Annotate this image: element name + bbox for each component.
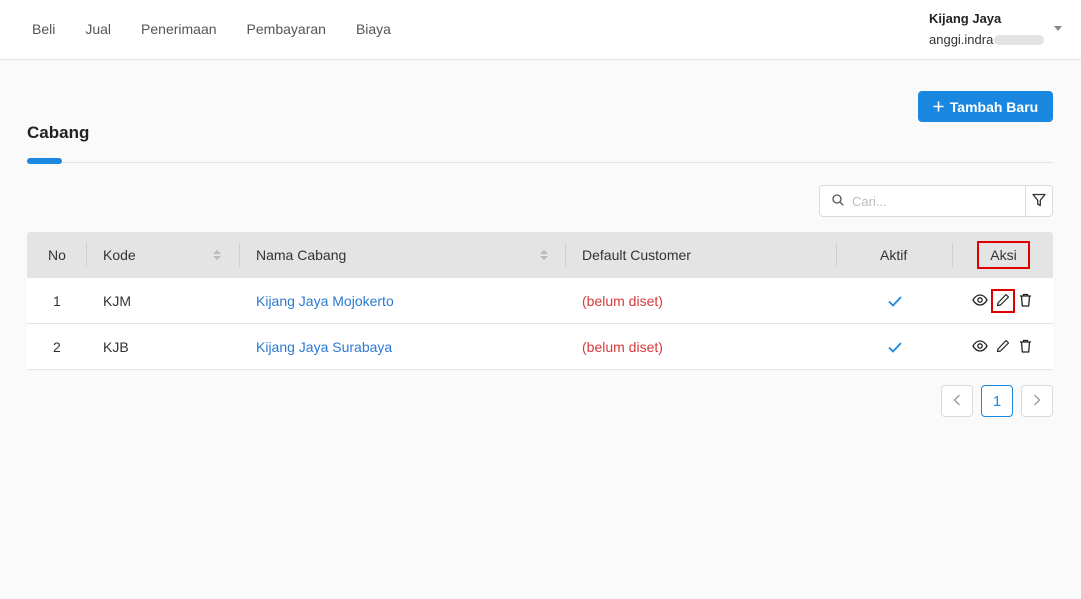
search-box <box>819 185 1026 217</box>
next-page-button[interactable] <box>1021 385 1053 417</box>
header-separator <box>836 243 837 267</box>
trash-icon <box>1019 293 1032 310</box>
top-bar: Beli Jual Penerimaan Pembayaran Biaya Ki… <box>0 0 1081 60</box>
user-company: Kijang Jaya <box>929 11 1002 26</box>
nav-item-jual[interactable]: Jual <box>85 20 111 38</box>
header-kode[interactable]: Kode <box>103 232 136 278</box>
check-icon <box>888 294 902 310</box>
main-nav: Beli Jual Penerimaan Pembayaran Biaya <box>32 20 391 38</box>
add-new-button[interactable]: Tambah Baru <box>918 91 1053 122</box>
nav-item-beli[interactable]: Beli <box>32 20 55 38</box>
table-row: 1 KJM Kijang Jaya Mojokerto (belum diset… <box>27 278 1053 324</box>
table-header: No Kode Nama Cabang Default Customer Akt… <box>27 232 1053 278</box>
user-email: anggi.indra <box>929 32 994 47</box>
view-button[interactable] <box>971 338 989 356</box>
pencil-icon <box>996 339 1010 356</box>
cell-kode: KJM <box>103 293 131 309</box>
cell-default-customer: (belum diset) <box>582 293 663 309</box>
user-menu[interactable]: Kijang Jaya anggi.indra <box>929 10 1045 49</box>
cell-nama-cabang-link[interactable]: Kijang Jaya Surabaya <box>256 324 392 370</box>
branch-table: No Kode Nama Cabang Default Customer Akt… <box>27 232 1053 370</box>
filter-button[interactable] <box>1025 185 1053 217</box>
prev-page-button[interactable] <box>941 385 973 417</box>
cell-nama-cabang-link[interactable]: Kijang Jaya Mojokerto <box>256 278 394 324</box>
title-accent-bar <box>27 158 62 164</box>
sort-nama-icon[interactable] <box>540 250 548 260</box>
check-icon <box>888 340 902 356</box>
page-title: Cabang <box>27 123 90 142</box>
sort-kode-icon[interactable] <box>213 250 221 260</box>
edit-button[interactable] <box>991 289 1015 313</box>
title-divider <box>27 162 1053 163</box>
eye-icon <box>972 339 988 355</box>
table-row: 2 KJB Kijang Jaya Surabaya (belum diset) <box>27 324 1053 370</box>
plus-icon <box>933 101 944 112</box>
nav-item-penerimaan[interactable]: Penerimaan <box>141 20 217 38</box>
header-separator <box>239 243 240 267</box>
header-separator <box>952 243 953 267</box>
cell-no: 1 <box>53 293 61 309</box>
filter-icon <box>1032 193 1046 210</box>
cell-default-customer: (belum diset) <box>582 339 663 355</box>
eye-icon <box>972 293 988 309</box>
nav-item-pembayaran[interactable]: Pembayaran <box>247 20 326 38</box>
delete-button[interactable] <box>1016 292 1034 310</box>
edit-button[interactable] <box>994 338 1012 356</box>
header-default-customer: Default Customer <box>582 247 691 263</box>
header-nama-cabang[interactable]: Nama Cabang <box>256 232 346 278</box>
add-new-label: Tambah Baru <box>949 98 1039 115</box>
cell-kode: KJB <box>103 339 129 355</box>
header-aktif: Aktif <box>880 247 908 263</box>
chevron-right-icon <box>1033 393 1041 409</box>
header-separator <box>86 243 87 267</box>
delete-button[interactable] <box>1016 338 1034 356</box>
nav-item-biaya[interactable]: Biaya <box>356 20 391 38</box>
header-no: No <box>48 247 66 263</box>
header-aksi: Aksi <box>977 241 1030 269</box>
cell-no: 2 <box>53 339 61 355</box>
caret-down-icon[interactable] <box>1054 26 1062 31</box>
page-button-current[interactable]: 1 <box>981 385 1013 417</box>
view-button[interactable] <box>971 292 989 310</box>
search-input[interactable] <box>852 193 1012 209</box>
pencil-icon <box>996 293 1010 310</box>
email-redacted <box>994 35 1045 45</box>
header-separator <box>565 243 566 267</box>
trash-icon <box>1019 339 1032 356</box>
chevron-left-icon <box>953 393 961 409</box>
search-icon <box>832 193 844 209</box>
